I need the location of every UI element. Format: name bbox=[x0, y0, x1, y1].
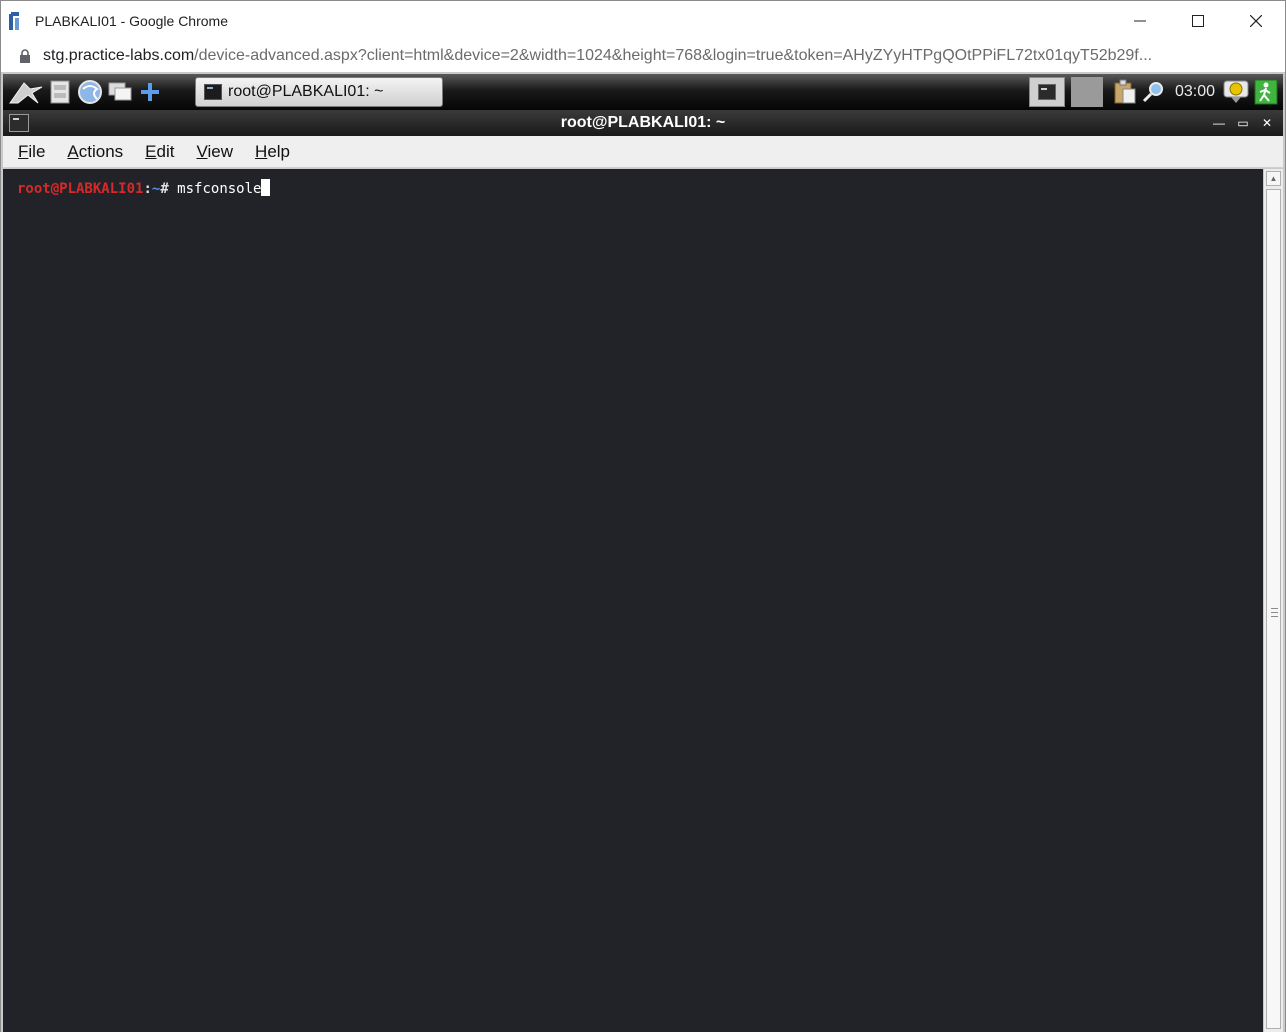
terminal-tray-icon[interactable] bbox=[1028, 77, 1065, 107]
close-icon bbox=[1250, 15, 1262, 27]
menu-file[interactable]: File bbox=[18, 142, 45, 162]
terminal-scrollbar[interactable]: ▲ bbox=[1263, 169, 1283, 1032]
scroll-thumb[interactable] bbox=[1266, 189, 1281, 1029]
menu-view-label: iew bbox=[207, 141, 234, 161]
menu-help-label: elp bbox=[267, 141, 291, 161]
kali-dragon-icon[interactable] bbox=[7, 77, 45, 107]
taskbar-item-terminal[interactable]: root@PLABKALI01: ~ bbox=[195, 77, 443, 107]
notification-icon[interactable] bbox=[1221, 77, 1251, 107]
site-favicon-icon bbox=[9, 11, 25, 30]
menu-edit-mnemonic: E bbox=[145, 141, 157, 161]
menu-help[interactable]: Help bbox=[255, 142, 290, 162]
url-host: stg.practice-labs.com bbox=[43, 47, 195, 64]
menu-file-mnemonic: F bbox=[18, 141, 29, 161]
maximize-icon bbox=[1192, 15, 1204, 27]
desktop-panel: root@PLABKALI01: ~ 03:00 bbox=[3, 74, 1283, 110]
prompt-user-host: root@PLABKALI01 bbox=[17, 181, 144, 197]
taskbar-item-label: root@PLABKALI01: ~ bbox=[228, 83, 384, 100]
show-desktop-icon[interactable] bbox=[105, 77, 135, 107]
maximize-button[interactable] bbox=[1169, 1, 1227, 41]
clipboard-icon[interactable] bbox=[1109, 77, 1139, 107]
terminal-title-bar[interactable]: root@PLABKALI01: ~ — ▭ ✕ bbox=[3, 110, 1283, 136]
menu-edit-label: dit bbox=[156, 141, 175, 161]
menu-view-mnemonic: V bbox=[196, 141, 208, 161]
url-text[interactable]: stg.practice-labs.com/device-advanced.as… bbox=[43, 47, 1273, 65]
terminal-minimize-button[interactable]: — bbox=[1211, 116, 1227, 130]
prompt-symbol: # bbox=[160, 181, 178, 197]
logout-icon[interactable] bbox=[1251, 77, 1281, 107]
menu-actions[interactable]: Actions bbox=[67, 142, 123, 162]
scroll-grip-icon bbox=[1271, 608, 1278, 617]
prompt-line: root@PLABKALI01:~# msfconsole bbox=[17, 179, 1263, 199]
menu-actions-mnemonic: A bbox=[67, 141, 79, 161]
terminal-icon bbox=[204, 84, 222, 100]
browser-icon[interactable] bbox=[75, 77, 105, 107]
typed-command: msfconsole bbox=[177, 181, 262, 197]
lock-icon bbox=[20, 49, 30, 63]
terminal-menu-bar: File Actions Edit View Help bbox=[3, 136, 1283, 168]
workspace-switcher[interactable] bbox=[1070, 77, 1103, 107]
terminal-close-button[interactable]: ✕ bbox=[1259, 116, 1275, 130]
minimize-icon bbox=[1134, 20, 1146, 22]
browser-title-bar: PLABKALI01 - Google Chrome bbox=[0, 0, 1286, 40]
menu-help-mnemonic: H bbox=[255, 141, 268, 161]
close-button[interactable] bbox=[1227, 1, 1285, 41]
terminal-window-icon[interactable] bbox=[9, 114, 29, 132]
terminal-maximize-button[interactable]: ▭ bbox=[1235, 116, 1251, 130]
terminal-window-title: root@PLABKALI01: ~ bbox=[560, 114, 726, 131]
menu-edit[interactable]: Edit bbox=[145, 142, 174, 162]
text-cursor bbox=[261, 179, 271, 196]
scroll-up-arrow-icon[interactable]: ▲ bbox=[1266, 171, 1281, 186]
menu-file-label: ile bbox=[28, 141, 46, 161]
terminal-output[interactable]: root@PLABKALI01:~# msfconsole bbox=[3, 169, 1263, 1032]
address-bar[interactable]: stg.practice-labs.com/device-advanced.as… bbox=[0, 40, 1286, 72]
search-icon[interactable] bbox=[1139, 77, 1169, 107]
remote-desktop[interactable]: root@PLABKALI01: ~ 03:00 root@PLABKALI01… bbox=[0, 72, 1286, 1032]
prompt-separator: : bbox=[143, 181, 152, 197]
url-path: /device-advanced.aspx?client=html&device… bbox=[194, 47, 1153, 64]
minimize-button[interactable] bbox=[1111, 1, 1169, 41]
file-manager-icon[interactable] bbox=[45, 77, 75, 107]
browser-window-title: PLABKALI01 - Google Chrome bbox=[35, 12, 228, 29]
clock[interactable]: 03:00 bbox=[1175, 83, 1215, 101]
menu-actions-label: ctions bbox=[78, 141, 124, 161]
add-icon[interactable] bbox=[135, 77, 165, 107]
menu-view[interactable]: View bbox=[196, 142, 233, 162]
